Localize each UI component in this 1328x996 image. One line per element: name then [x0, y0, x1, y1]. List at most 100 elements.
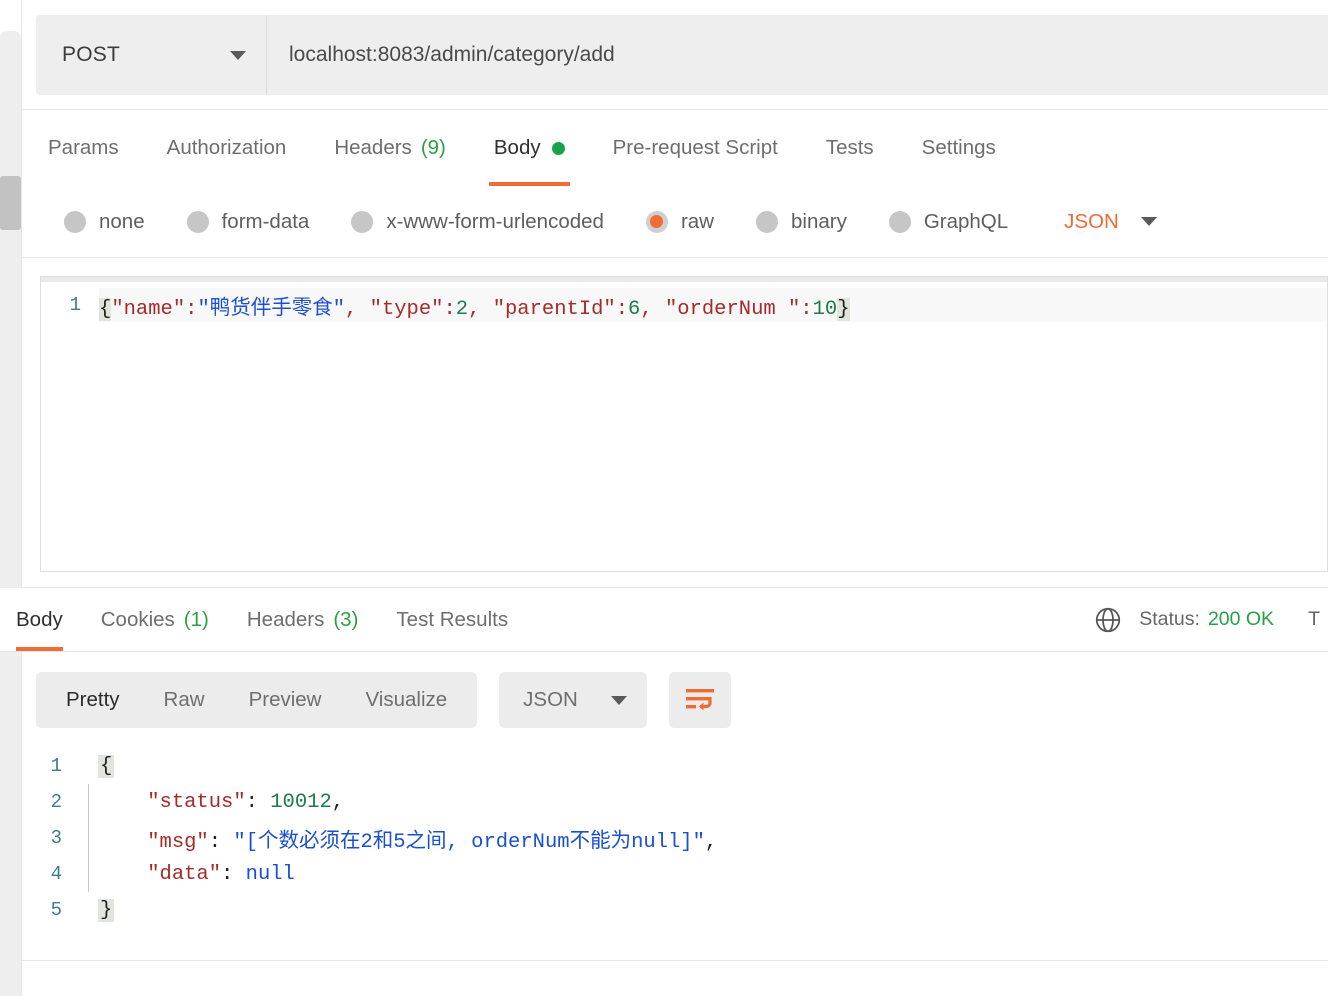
radio-icon[interactable]: [64, 210, 86, 233]
code-token: "data": [147, 862, 222, 886]
view-tab-raw[interactable]: Raw: [142, 672, 227, 728]
tab-label: Tests: [825, 136, 874, 159]
response-footer: [22, 961, 1328, 996]
fold-rail: [80, 784, 98, 820]
url-bar: POST localhost:8083/admin/category/add: [36, 15, 1328, 95]
response-line-code[interactable]: }: [98, 898, 115, 922]
editor-horizontal-scrollbar[interactable]: [41, 277, 1327, 282]
tab-tests[interactable]: Tests: [826, 110, 874, 186]
tab-label: Test Results: [396, 607, 509, 631]
request-response-pane: POST localhost:8083/admin/category/add P…: [0, 0, 1328, 996]
code-token: "parentId": [492, 297, 616, 321]
tab-label: Cookies: [100, 607, 175, 631]
radio-icon[interactable]: [755, 210, 778, 233]
body-language-label: JSON: [1064, 209, 1119, 233]
response-code-line: 4 "data": null: [22, 856, 1328, 892]
view-tab-label: Preview: [248, 688, 322, 711]
response-format-select[interactable]: JSON: [499, 672, 648, 728]
body-mode-label: GraphQL: [923, 209, 1009, 233]
tab-body[interactable]: Body: [488, 110, 570, 186]
view-tab-label: Visualize: [365, 688, 448, 711]
word-wrap-icon: [686, 689, 715, 711]
response-tab-cookies[interactable]: Cookies (1): [101, 588, 209, 651]
response-line-code[interactable]: "msg": "[个数必须在2和5之间, orderNum不能为null]",: [98, 823, 717, 854]
view-tab-label: Pretty: [66, 688, 120, 711]
sidebar-scrollbar-track[interactable]: [0, 31, 21, 996]
response-tab-body[interactable]: Body: [16, 588, 63, 651]
body-mode-form-data[interactable]: form-data: [186, 210, 309, 234]
body-mode-none[interactable]: none: [64, 210, 145, 234]
body-mode-binary[interactable]: binary: [755, 209, 847, 234]
response-tab-test-results[interactable]: Test Results: [396, 588, 508, 651]
view-tab-label: Raw: [163, 688, 205, 711]
body-mode-label: raw: [680, 209, 714, 233]
line-number: 1: [50, 755, 62, 777]
response-status-area: Status: 200 OK T: [1093, 588, 1328, 651]
globe-icon[interactable]: [1093, 605, 1123, 635]
tab-settings[interactable]: Settings: [922, 110, 996, 186]
line-number: 5: [50, 899, 62, 921]
fold-rail: [80, 748, 98, 784]
body-mode-graphql[interactable]: GraphQL: [888, 209, 1009, 234]
word-wrap-button[interactable]: [669, 672, 732, 728]
code-token: ,: [331, 790, 345, 814]
body-mode-label: binary: [790, 209, 847, 233]
view-tab-preview[interactable]: Preview: [227, 672, 344, 728]
code-token: "status": [147, 790, 246, 814]
code-token: :: [185, 297, 198, 321]
response-body-code[interactable]: 1{2 "status": 10012, 3 "msg": "[个数必须在2和5之…: [22, 748, 1328, 960]
body-mode-raw[interactable]: raw: [645, 209, 714, 234]
radio-selected-icon[interactable]: [645, 210, 668, 233]
code-token: ,: [640, 297, 665, 321]
tab-headers[interactable]: Headers (9): [334, 110, 446, 186]
request-tabs: Params Authorization Headers (9) Body Pr…: [22, 110, 1328, 186]
response-tab-headers[interactable]: Headers (3): [247, 588, 359, 651]
body-mode-label: none: [99, 209, 145, 233]
code-token: :: [245, 790, 271, 814]
radio-icon[interactable]: [186, 210, 209, 233]
code-token: 10: [812, 297, 838, 321]
left-rail: [0, 0, 22, 996]
tab-count: (3): [333, 607, 359, 631]
url-input[interactable]: localhost:8083/admin/category/add: [267, 15, 1328, 95]
tab-label: Params: [48, 136, 119, 159]
rail-spacer: [0, 0, 21, 31]
status-badge: Status: 200 OK: [1139, 608, 1274, 631]
response-toolbar: Pretty Raw Preview Visualize JSON: [22, 652, 1328, 748]
radio-icon[interactable]: [888, 210, 911, 233]
line-number: 1: [69, 294, 81, 316]
tab-label: Body: [16, 607, 63, 631]
view-tab-pretty[interactable]: Pretty: [44, 672, 142, 728]
tab-authorization[interactable]: Authorization: [167, 110, 287, 186]
code-token: ,: [345, 297, 370, 321]
tab-params[interactable]: Params: [48, 110, 119, 186]
code-token: {: [98, 754, 115, 778]
response-line-code[interactable]: "data": null: [98, 863, 295, 886]
code-token: 10012: [270, 790, 332, 814]
radio-icon[interactable]: [351, 210, 374, 233]
request-body-editor[interactable]: 1 {"name":"鸭货伴手零食", "type":2, "parentId"…: [40, 276, 1328, 572]
status-value: 200 OK: [1207, 608, 1275, 630]
response-line-code[interactable]: {: [98, 754, 115, 778]
response-code-line: 1{: [22, 748, 1328, 784]
sidebar-scrollbar-thumb[interactable]: [0, 176, 21, 230]
code-token: 6: [628, 297, 641, 321]
view-tab-visualize[interactable]: Visualize: [343, 672, 469, 728]
http-method-select[interactable]: POST: [36, 15, 267, 95]
response-line-code[interactable]: "status": 10012,: [98, 791, 344, 814]
tab-label: Pre-request Script: [612, 136, 778, 159]
tab-label: Headers: [334, 136, 412, 159]
response-time-truncated: T: [1308, 608, 1320, 630]
request-body-code[interactable]: {"name":"鸭货伴手零食", "type":2, "parentId":6…: [99, 290, 850, 321]
code-token: }: [837, 297, 850, 321]
line-number: 2: [50, 791, 62, 813]
code-token: ,: [468, 297, 493, 321]
response-code-line: 3 "msg": "[个数必须在2和5之间, orderNum不能为null]"…: [22, 820, 1328, 856]
body-language-select[interactable]: JSON: [1064, 210, 1157, 234]
line-number: 3: [50, 827, 62, 849]
tab-pre-request-script[interactable]: Pre-request Script: [613, 110, 778, 186]
body-mode-x-www-form-urlencoded[interactable]: x-www-form-urlencoded: [351, 210, 604, 234]
